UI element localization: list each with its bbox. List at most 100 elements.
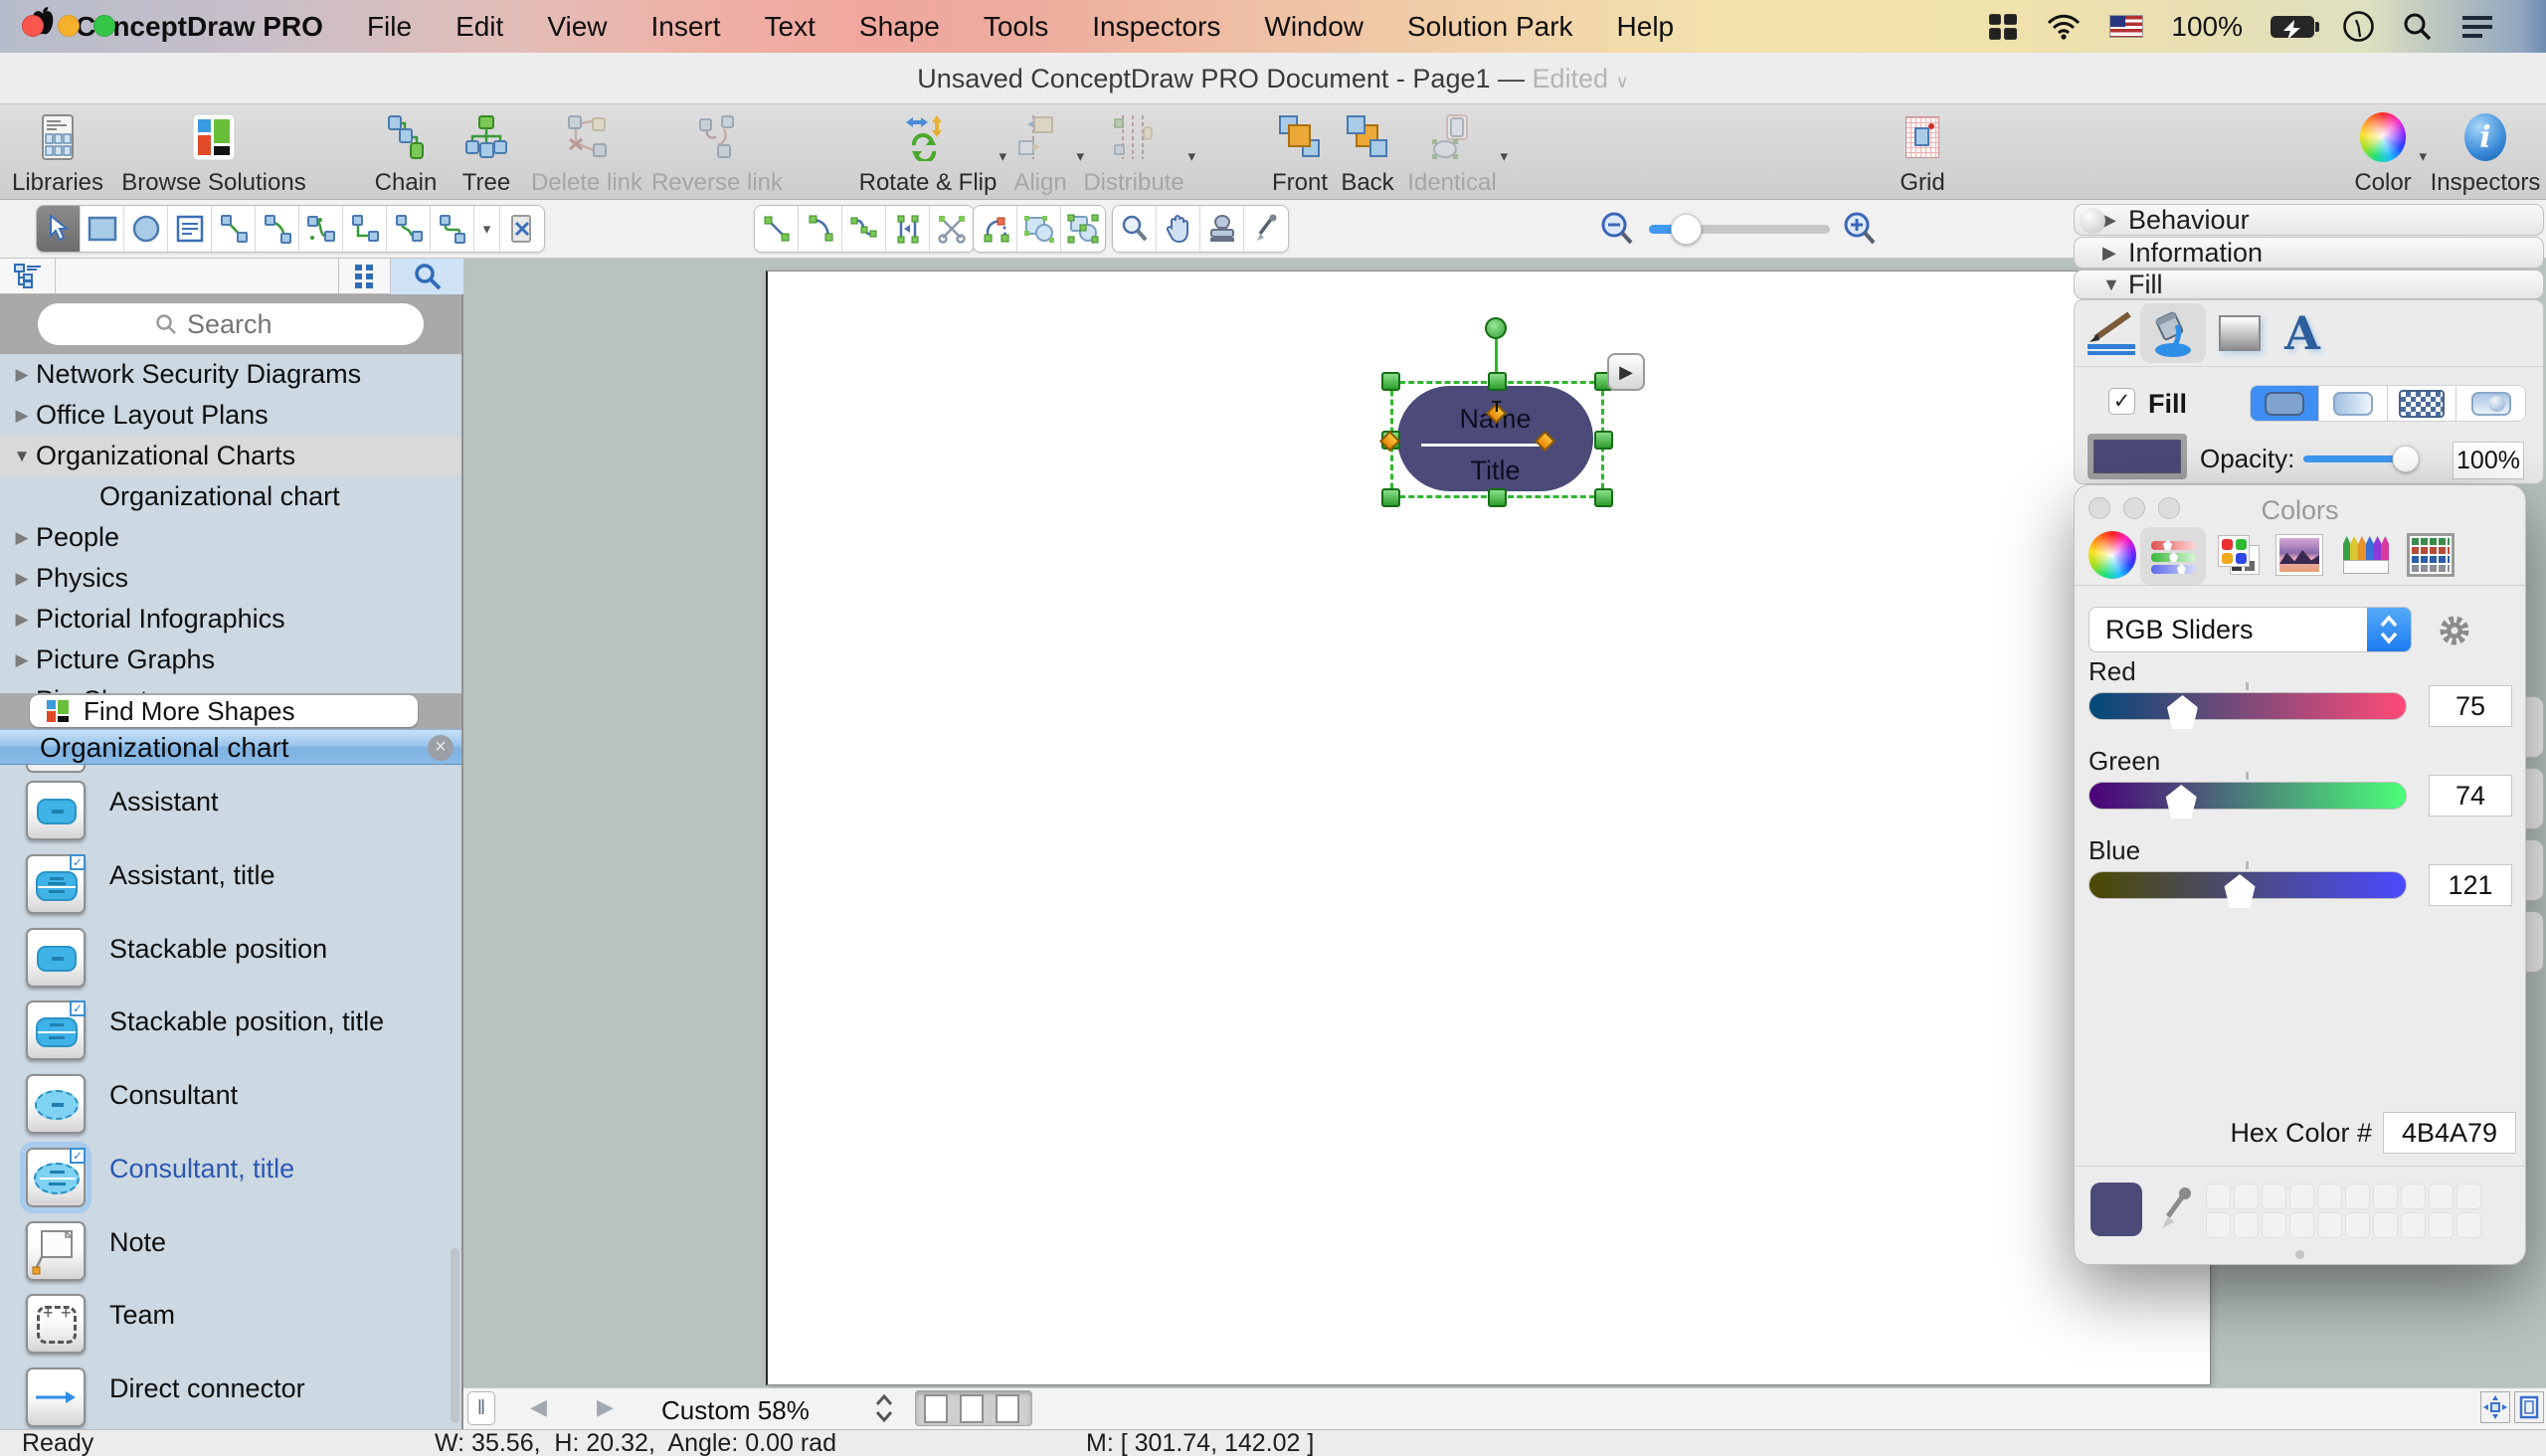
tree-item-pie-charts[interactable]: ▶Pie Charts [0,680,461,693]
tree-item-network-security[interactable]: ▶ Network Security Diagrams [0,354,461,395]
eyedropper-tool[interactable] [1244,206,1288,252]
page-tab-1[interactable] [924,1394,948,1423]
zoom-slider-thumb[interactable] [1671,214,1702,245]
split-tool[interactable] [500,206,544,252]
menu-edit[interactable]: Edit [434,0,525,53]
green-slider-thumb[interactable] [2165,785,2197,819]
library-search-button[interactable] [390,259,463,294]
blue-slider-thumb[interactable] [2224,874,2256,908]
rotation-handle[interactable] [1485,317,1507,339]
tree-item-people[interactable]: ▶ People [0,517,461,558]
color-wheel-tab[interactable] [2089,531,2136,579]
red-slider[interactable] [2089,692,2407,729]
green-value-field[interactable] [2429,775,2512,817]
menu-tools[interactable]: Tools [962,0,1070,53]
wifi-icon[interactable] [2046,13,2082,41]
opacity-slider-thumb[interactable] [2392,446,2420,472]
spotlight-search-icon[interactable] [2403,12,2433,42]
actual-size-button[interactable] [2514,1391,2544,1423]
zoom-level-stepper[interactable] [871,1390,897,1426]
pattern-fill-segment[interactable] [2388,386,2456,421]
red-slider-thumb[interactable] [2166,695,2198,729]
resize-handle-sw[interactable] [1381,488,1400,507]
scissors-tool[interactable] [930,206,974,252]
menu-text[interactable]: Text [743,0,837,53]
page-tab-3[interactable] [996,1394,1019,1423]
browse-solutions-button[interactable]: Browse Solutions [119,111,308,195]
shape-item-consultant-title[interactable]: ✓ Consultant, title [0,1148,461,1219]
resize-handle-nw[interactable] [1381,372,1400,391]
tree-item-pictorial-infographics[interactable]: ▶ Pictorial Infographics [0,599,461,639]
ellipse-tool[interactable] [124,206,168,252]
arc-tool[interactable] [799,206,842,252]
front-button[interactable]: Front [1265,111,1335,195]
zoom-in-icon[interactable] [1842,211,1878,249]
pause-pages-button[interactable]: ‖ [467,1391,495,1425]
eyedropper-icon[interactable] [2156,1186,2194,1232]
shape-item-assistant[interactable]: Assistant [0,781,461,852]
menu-inspectors[interactable]: Inspectors [1070,0,1242,53]
fill-checkbox[interactable]: ✓ [2108,388,2135,415]
opacity-slider-track[interactable] [2303,446,2420,472]
stamp-tool[interactable] [1200,206,1244,252]
red-value-field[interactable] [2429,685,2512,727]
resize-handle-se[interactable] [1594,488,1613,507]
shape-item-team[interactable]: + + Team [0,1294,461,1365]
bezier-tool[interactable] [842,206,886,252]
library-panel-header[interactable]: Organizational chart × [0,729,461,765]
resize-handle-s[interactable] [1488,488,1507,507]
inspectors-button[interactable]: i Inspectors [2421,111,2546,195]
zoom-window-button[interactable] [93,15,115,37]
tree-item-picture-graphs[interactable]: ▶ Picture Graphs [0,639,461,680]
menu-solution-park[interactable]: Solution Park [1385,0,1595,53]
shape-item-consultant[interactable]: Consultant [0,1074,461,1146]
smart-connector-tool[interactable] [431,206,474,252]
fill-color-well[interactable] [2088,434,2187,479]
menu-shape[interactable]: Shape [837,0,962,53]
tree-item-organizational-charts[interactable]: ▼ Organizational Charts [0,436,461,476]
blue-slider[interactable] [2089,871,2407,908]
pencils-tab[interactable] [2343,532,2389,578]
shape-action-button[interactable]: ▶ [1607,353,1645,391]
select-tool[interactable] [37,206,81,252]
rectangle-tool[interactable] [81,206,124,252]
menu-insert[interactable]: Insert [630,0,743,53]
shape-list-scrollbar[interactable] [451,1248,459,1423]
right-angle-connector-tool[interactable] [343,206,387,252]
menu-help[interactable]: Help [1595,0,1697,53]
text-tool[interactable] [168,206,212,252]
shape-item-note[interactable]: Note [0,1221,461,1293]
zoom-level-label[interactable]: Custom 58% [661,1395,810,1426]
bezier-connector-tool[interactable] [299,206,343,252]
zoom-slider-track[interactable] [1649,214,1830,245]
grid-button[interactable]: Grid [1888,111,1957,195]
prev-page-button[interactable]: ◀ [530,1394,547,1420]
stroke-tab[interactable] [2084,304,2139,362]
gradient-tab[interactable] [2216,312,2264,354]
menu-window[interactable]: Window [1242,0,1385,53]
connector-tools-caret[interactable]: ▾ [474,206,500,252]
find-more-shapes-button[interactable]: Find More Shapes [30,695,418,727]
arc-connector-tool[interactable] [256,206,299,252]
page-tab-2[interactable] [960,1394,984,1423]
direct-connector-tool[interactable] [212,206,256,252]
information-section-header[interactable]: ▶ Information [2074,237,2544,269]
shape-item-stackable-position-title[interactable]: ✓ Stackable position, title [0,1001,461,1072]
color-palettes-tab[interactable] [2218,535,2262,579]
zoom-out-icon[interactable] [1599,211,1635,249]
group-shapes-tool[interactable] [1061,206,1105,252]
texture-fill-segment[interactable] [2456,386,2525,421]
curved-connector-tool[interactable] [387,206,431,252]
resize-handle-e[interactable] [1594,431,1613,450]
fill-tab[interactable] [2140,303,2206,363]
behaviour-section-header[interactable]: ▶ Behaviour [2074,204,2544,236]
current-color-swatch[interactable] [2091,1183,2142,1236]
combine-shapes-tool[interactable] [1017,206,1061,252]
gradient-fill-segment[interactable] [2319,386,2388,421]
edited-badge[interactable]: Edited [1533,64,1609,93]
pan-hand-tool[interactable] [1157,206,1200,252]
fit-page-button[interactable] [2480,1391,2510,1423]
close-window-button[interactable] [22,15,44,37]
image-palettes-tab[interactable] [2275,534,2323,576]
shape-item-direct-connector[interactable]: Direct connector [0,1367,461,1429]
